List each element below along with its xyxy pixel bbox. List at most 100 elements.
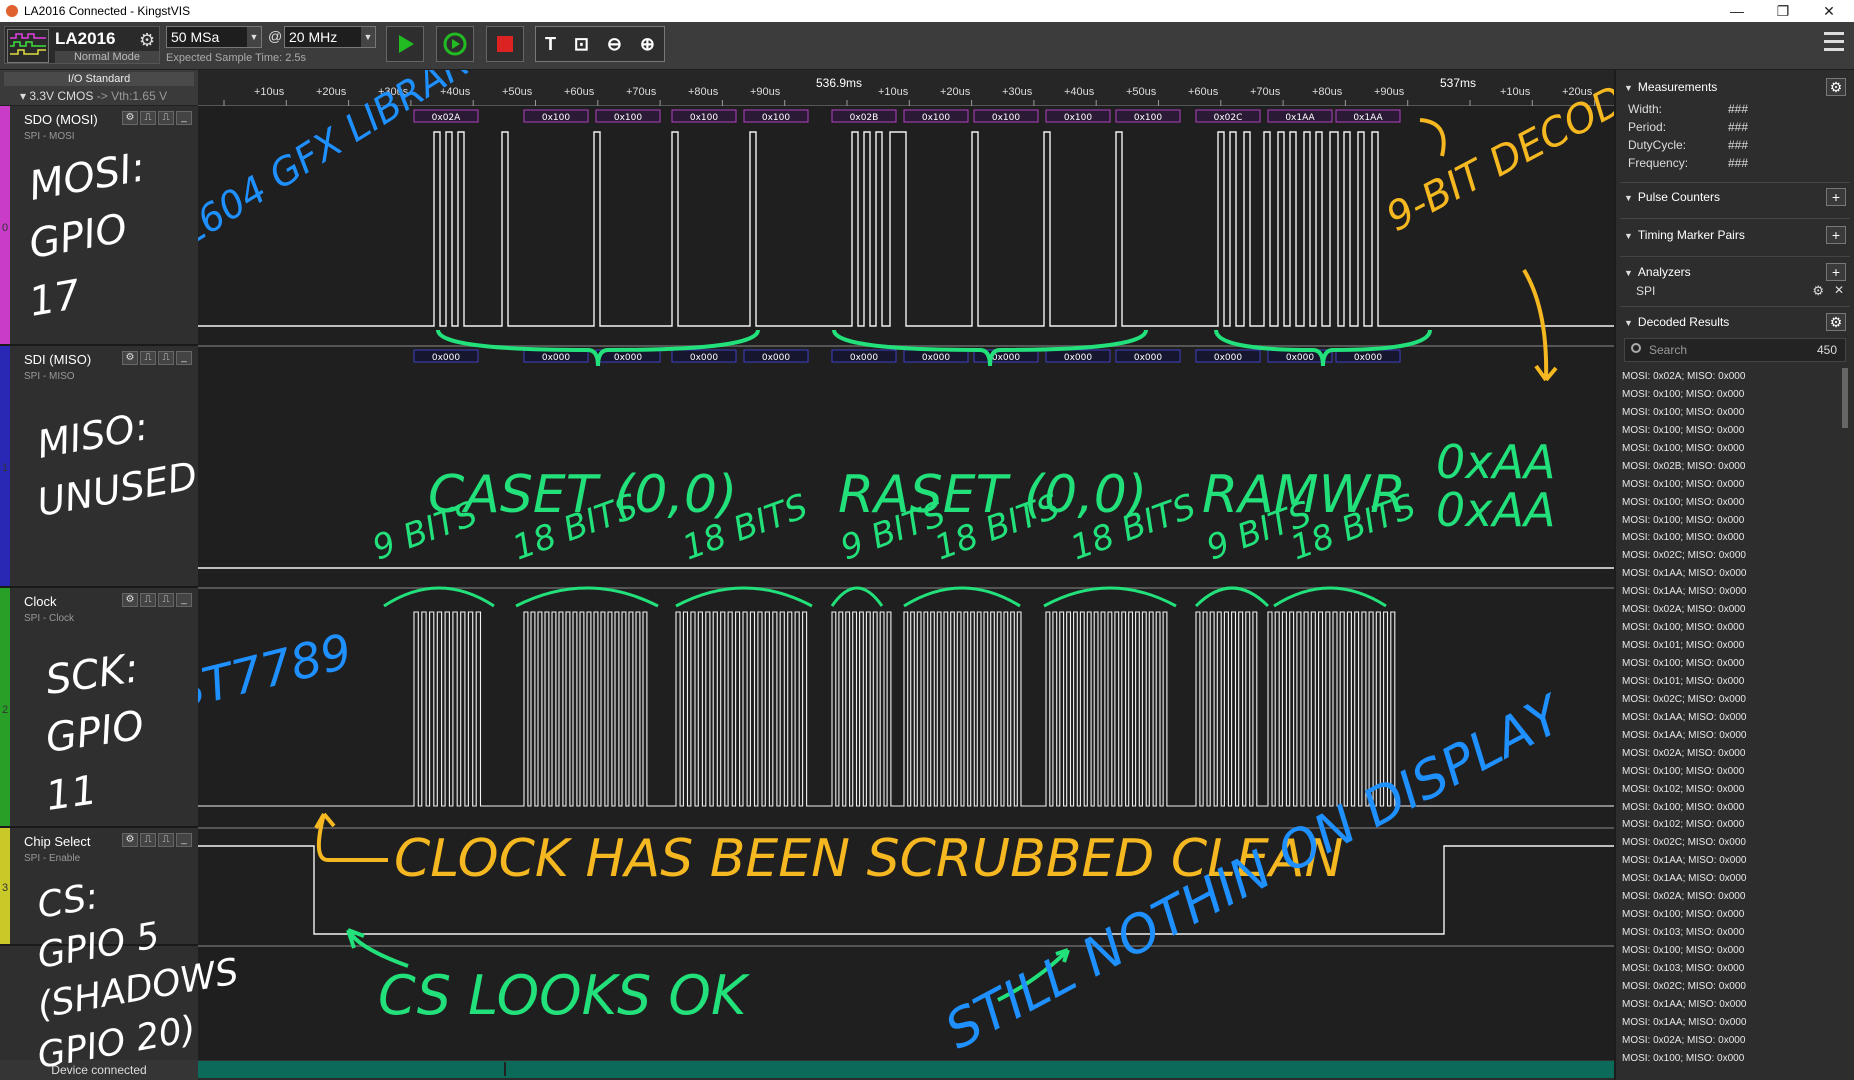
decoded-result-row[interactable]: MOSI: 0x02A; MISO: 0x000 <box>1618 888 1844 906</box>
decoded-result-row[interactable]: MOSI: 0x02B; MISO: 0x000 <box>1618 458 1844 476</box>
overview-scrollbar[interactable] <box>198 1060 1614 1078</box>
results-scrollbar[interactable] <box>1842 368 1848 428</box>
channel-0[interactable]: 0 SDO (MOSI) SPI - MOSI ⚙ ⎍ ⎍ _ <box>0 106 198 346</box>
decoded-result-row[interactable]: MOSI: 0x1AA; MISO: 0x000 <box>1618 1014 1844 1032</box>
decoded-result-row[interactable]: MOSI: 0x100; MISO: 0x000 <box>1618 1050 1844 1068</box>
text-cursor-icon[interactable]: T <box>545 34 556 55</box>
decoded-result-row[interactable]: MOSI: 0x103; MISO: 0x000 <box>1618 960 1844 978</box>
rising-edge-icon[interactable]: ⎍ <box>140 351 156 365</box>
decoded-result-row[interactable]: MOSI: 0x100; MISO: 0x000 <box>1618 422 1844 440</box>
decoded-result-row[interactable]: MOSI: 0x102; MISO: 0x000 <box>1618 781 1844 799</box>
decoded-result-row[interactable]: MOSI: 0x1AA; MISO: 0x000 <box>1618 709 1844 727</box>
decoded-result-row[interactable]: MOSI: 0x1AA; MISO: 0x000 <box>1618 996 1844 1014</box>
rising-edge-icon[interactable]: ⎍ <box>140 833 156 847</box>
falling-edge-icon[interactable]: ⎍ <box>158 111 174 125</box>
decoded-result-row[interactable]: MOSI: 0x100; MISO: 0x000 <box>1618 494 1844 512</box>
gear-icon[interactable]: ⚙ <box>1826 78 1846 96</box>
low-level-icon[interactable]: _ <box>176 111 192 125</box>
falling-edge-icon[interactable]: ⎍ <box>158 833 174 847</box>
decoded-result-row[interactable]: MOSI: 0x1AA; MISO: 0x000 <box>1618 870 1844 888</box>
decoded-result-row[interactable]: MOSI: 0x100; MISO: 0x000 <box>1618 763 1844 781</box>
decoded-result-row[interactable]: MOSI: 0x100; MISO: 0x000 <box>1618 529 1844 547</box>
decoded-result-row[interactable]: MOSI: 0x100; MISO: 0x000 <box>1618 655 1844 673</box>
channel-3[interactable]: 3 Chip Select SPI - Enable ⚙ ⎍ ⎍ _ <box>0 828 198 946</box>
device-settings-icon[interactable]: ⚙ <box>139 30 155 51</box>
close-icon[interactable]: ✕ <box>1834 283 1844 297</box>
device-box[interactable]: LA2016 ⚙ Normal Mode <box>4 26 160 64</box>
minimize-button[interactable]: — <box>1714 0 1760 22</box>
rising-edge-icon[interactable]: ⎍ <box>140 593 156 607</box>
decoded-result-row[interactable]: MOSI: 0x100; MISO: 0x000 <box>1618 440 1844 458</box>
decoded-result-row[interactable]: MOSI: 0x100; MISO: 0x000 <box>1618 619 1844 637</box>
channel-name: SDO (MOSI) <box>24 112 98 127</box>
waveform-view[interactable]: +10us +20us +30us +40us +50us +60us +70u… <box>198 70 1614 1060</box>
decoded-result-row[interactable]: MOSI: 0x102; MISO: 0x000 <box>1618 816 1844 834</box>
decoded-result-row[interactable]: MOSI: 0x101; MISO: 0x000 <box>1618 673 1844 691</box>
frequency-select[interactable]: 20 MHz ▼ <box>284 26 376 48</box>
gear-icon[interactable]: ⚙ <box>1812 283 1824 299</box>
decoded-result-row[interactable]: MOSI: 0x02C; MISO: 0x000 <box>1618 691 1844 709</box>
gear-icon[interactable]: ⚙ <box>122 833 138 847</box>
io-standard-panel: I/O Standard ▾ 3.3V CMOS -> Vth:1.65 V <box>0 70 198 106</box>
result-count: 450 <box>1816 343 1837 357</box>
start-button[interactable] <box>386 26 424 62</box>
search-input[interactable]: Search 450 <box>1624 338 1846 362</box>
channel-2[interactable]: 2 Clock SPI - Clock ⚙ ⎍ ⎍ _ <box>0 588 198 828</box>
decoded-result-row[interactable]: MOSI: 0x101; MISO: 0x000 <box>1618 637 1844 655</box>
add-timing-marker-button[interactable]: + <box>1826 226 1846 244</box>
mosi-decode-label: 0x02A <box>432 113 462 123</box>
timing-marker-pairs-header[interactable]: Timing Marker Pairs <box>1624 228 1745 242</box>
decoded-result-row[interactable]: MOSI: 0x100; MISO: 0x000 <box>1618 404 1844 422</box>
low-level-icon[interactable]: _ <box>176 833 192 847</box>
search-icon <box>1631 343 1641 353</box>
decoded-results-header[interactable]: Decoded Results <box>1624 315 1729 329</box>
low-level-icon[interactable]: _ <box>176 593 192 607</box>
decoded-result-row[interactable]: MOSI: 0x02A; MISO: 0x000 <box>1618 601 1844 619</box>
zoom-area-icon[interactable]: ⊡ <box>574 34 589 55</box>
gear-icon[interactable]: ⚙ <box>1826 313 1846 331</box>
decoded-results-list[interactable]: MOSI: 0x02A; MISO: 0x000 MOSI: 0x100; MIS… <box>1618 368 1844 1074</box>
falling-edge-icon[interactable]: ⎍ <box>158 351 174 365</box>
repeat-start-button[interactable] <box>436 26 474 62</box>
decoded-result-row[interactable]: MOSI: 0x100; MISO: 0x000 <box>1618 476 1844 494</box>
decoded-result-row[interactable]: MOSI: 0x1AA; MISO: 0x000 <box>1618 583 1844 601</box>
decoded-result-row[interactable]: MOSI: 0x100; MISO: 0x000 <box>1618 906 1844 924</box>
analyzers-header[interactable]: Analyzers <box>1624 265 1691 279</box>
decoded-result-row[interactable]: MOSI: 0x1AA; MISO: 0x000 <box>1618 852 1844 870</box>
decoded-result-row[interactable]: MOSI: 0x103; MISO: 0x000 <box>1618 924 1844 942</box>
decoded-result-row[interactable]: MOSI: 0x100; MISO: 0x000 <box>1618 799 1844 817</box>
pulse-counters-header[interactable]: Pulse Counters <box>1624 190 1720 204</box>
zoom-out-icon[interactable]: ⊖ <box>607 34 622 55</box>
add-analyzer-button[interactable]: + <box>1826 263 1846 281</box>
decoded-result-row[interactable]: MOSI: 0x02A; MISO: 0x000 <box>1618 368 1844 386</box>
close-button[interactable]: ✕ <box>1806 0 1852 22</box>
low-level-icon[interactable]: _ <box>176 351 192 365</box>
decoded-result-row[interactable]: MOSI: 0x1AA; MISO: 0x000 <box>1618 565 1844 583</box>
stop-button[interactable] <box>486 26 524 62</box>
gear-icon[interactable]: ⚙ <box>122 111 138 125</box>
decoded-result-row[interactable]: MOSI: 0x02C; MISO: 0x000 <box>1618 547 1844 565</box>
measurements-header[interactable]: Measurements <box>1624 80 1717 94</box>
add-pulse-counter-button[interactable]: + <box>1826 188 1846 206</box>
rising-edge-icon[interactable]: ⎍ <box>140 111 156 125</box>
gear-icon[interactable]: ⚙ <box>122 593 138 607</box>
decoded-result-row[interactable]: MOSI: 0x02A; MISO: 0x000 <box>1618 1032 1844 1050</box>
maximize-button[interactable]: ❐ <box>1760 0 1806 22</box>
falling-edge-icon[interactable]: ⎍ <box>158 593 174 607</box>
decoded-result-row[interactable]: MOSI: 0x1AA; MISO: 0x000 <box>1618 727 1844 745</box>
scroll-position-marker[interactable] <box>504 1062 506 1076</box>
sample-rate-select[interactable]: 50 MSa ▼ <box>166 26 262 48</box>
menu-icon[interactable] <box>1824 32 1844 56</box>
decoded-result-row[interactable]: MOSI: 0x100; MISO: 0x000 <box>1618 386 1844 404</box>
decoded-result-row[interactable]: MOSI: 0x02A; MISO: 0x000 <box>1618 745 1844 763</box>
decoded-result-row[interactable]: MOSI: 0x02C; MISO: 0x000 <box>1618 978 1844 996</box>
analyzer-item-spi[interactable]: SPI <box>1636 284 1655 298</box>
decoded-result-row[interactable]: MOSI: 0x100; MISO: 0x000 <box>1618 512 1844 530</box>
voltage-level: 3.3V CMOS <box>29 89 94 103</box>
voltage-level-select[interactable]: ▾ 3.3V CMOS -> Vth:1.65 V <box>20 89 167 103</box>
channel-1[interactable]: 1 SDI (MISO) SPI - MISO ⚙ ⎍ ⎍ _ <box>0 346 198 588</box>
gear-icon[interactable]: ⚙ <box>122 351 138 365</box>
decoded-result-row[interactable]: MOSI: 0x02C; MISO: 0x000 <box>1618 834 1844 852</box>
zoom-in-icon[interactable]: ⊕ <box>640 34 655 55</box>
decoded-result-row[interactable]: MOSI: 0x100; MISO: 0x000 <box>1618 942 1844 960</box>
